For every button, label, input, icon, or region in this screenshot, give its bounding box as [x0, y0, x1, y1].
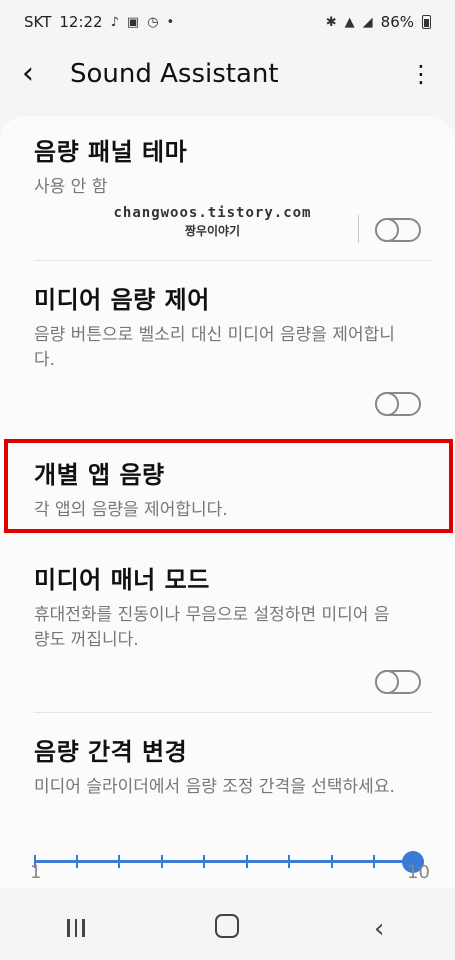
slider-min-label: 1 — [30, 862, 42, 883]
setting-subtitle: 미디어 슬라이더에서 음량 조정 간격을 선택하세요. — [34, 777, 395, 797]
recents-button[interactable] — [46, 914, 106, 944]
slider-tick — [76, 855, 78, 868]
back-chevron-icon[interactable]: ‹ — [22, 59, 56, 89]
signal-strength-icon: ◢ — [362, 14, 373, 30]
bluetooth-icon: ✱ — [325, 14, 337, 30]
highlight-box — [4, 439, 453, 533]
gallery-icon: ▣ — [126, 14, 140, 30]
setting-volume-step: 음량 간격 변경 미디어 슬라이더에서 음량 조정 간격을 선택하세요. — [34, 732, 431, 800]
slider-tick — [288, 855, 290, 868]
setting-title: 미디어 음량 제어 — [34, 286, 210, 314]
slider-track — [34, 860, 412, 863]
watermark-url: changwoos.tistory.com — [113, 205, 312, 221]
back-icon: ‹ — [373, 914, 385, 944]
slider-max-label: 10 — [407, 862, 430, 883]
media-manner-mode-switch[interactable] — [375, 670, 421, 694]
watermark: changwoos.tistory.com 짱우이야기 — [0, 205, 425, 239]
app-bar: ‹ Sound Assistant ⋮ — [0, 44, 455, 104]
setting-media-manner-mode[interactable]: 미디어 매너 모드 휴대전화를 진동이나 무음으로 설정하면 미디어 음량도 꺼… — [34, 560, 431, 653]
setting-title: 음량 간격 변경 — [34, 738, 188, 766]
status-left: SKT 12:22 ♪ ▣ ◷ • — [24, 13, 174, 31]
more-options-icon[interactable]: ⋮ — [409, 60, 433, 88]
media-volume-control-switch[interactable] — [375, 392, 421, 416]
more-notifications-dot: • — [166, 14, 175, 30]
slider-tick — [161, 855, 163, 868]
signal-5g-icon: ▲ — [344, 14, 355, 30]
notification-icon: ♪ — [110, 14, 119, 30]
recents-icon — [67, 919, 85, 937]
setting-title: 음량 패널 테마 — [34, 138, 188, 166]
battery-percent: 86% — [380, 13, 414, 31]
carrier-label: SKT — [24, 13, 52, 31]
divider — [34, 712, 431, 713]
setting-title: 미디어 매너 모드 — [34, 566, 210, 594]
slider-tick — [203, 855, 205, 868]
slider-tick — [331, 855, 333, 868]
switch-separator — [358, 215, 359, 243]
slider-tick — [373, 855, 375, 868]
battery-icon — [422, 15, 431, 29]
setting-volume-panel-theme[interactable]: 음량 패널 테마 사용 안 함 — [34, 132, 431, 200]
status-bar: SKT 12:22 ♪ ▣ ◷ • ✱ ▲ ◢ 86% — [0, 0, 455, 44]
divider — [34, 260, 431, 261]
navigation-bar: ‹ — [0, 898, 455, 960]
clock: 12:22 — [59, 13, 103, 31]
setting-subtitle: 휴대전화를 진동이나 무음으로 설정하면 미디어 음량도 꺼집니다. — [34, 605, 390, 650]
home-button[interactable] — [197, 913, 257, 945]
setting-media-volume-control[interactable]: 미디어 음량 제어 음량 버튼으로 벨소리 대신 미디어 음량을 제어합니다. — [34, 280, 431, 373]
alarm-icon: ◷ — [147, 14, 159, 30]
setting-subtitle: 사용 안 함 — [34, 177, 108, 197]
setting-subtitle: 음량 버튼으로 벨소리 대신 미디어 음량을 제어합니다. — [34, 325, 395, 370]
slider-tick — [246, 855, 248, 868]
page-title: Sound Assistant — [70, 59, 279, 89]
status-right: ✱ ▲ ◢ 86% — [326, 13, 431, 31]
volume-panel-theme-switch[interactable] — [375, 218, 421, 242]
back-button[interactable]: ‹ — [349, 914, 409, 944]
volume-step-slider[interactable] — [34, 851, 424, 873]
slider-tick — [118, 855, 120, 868]
home-icon — [215, 913, 240, 938]
watermark-blog-name: 짱우이야기 — [184, 224, 241, 238]
